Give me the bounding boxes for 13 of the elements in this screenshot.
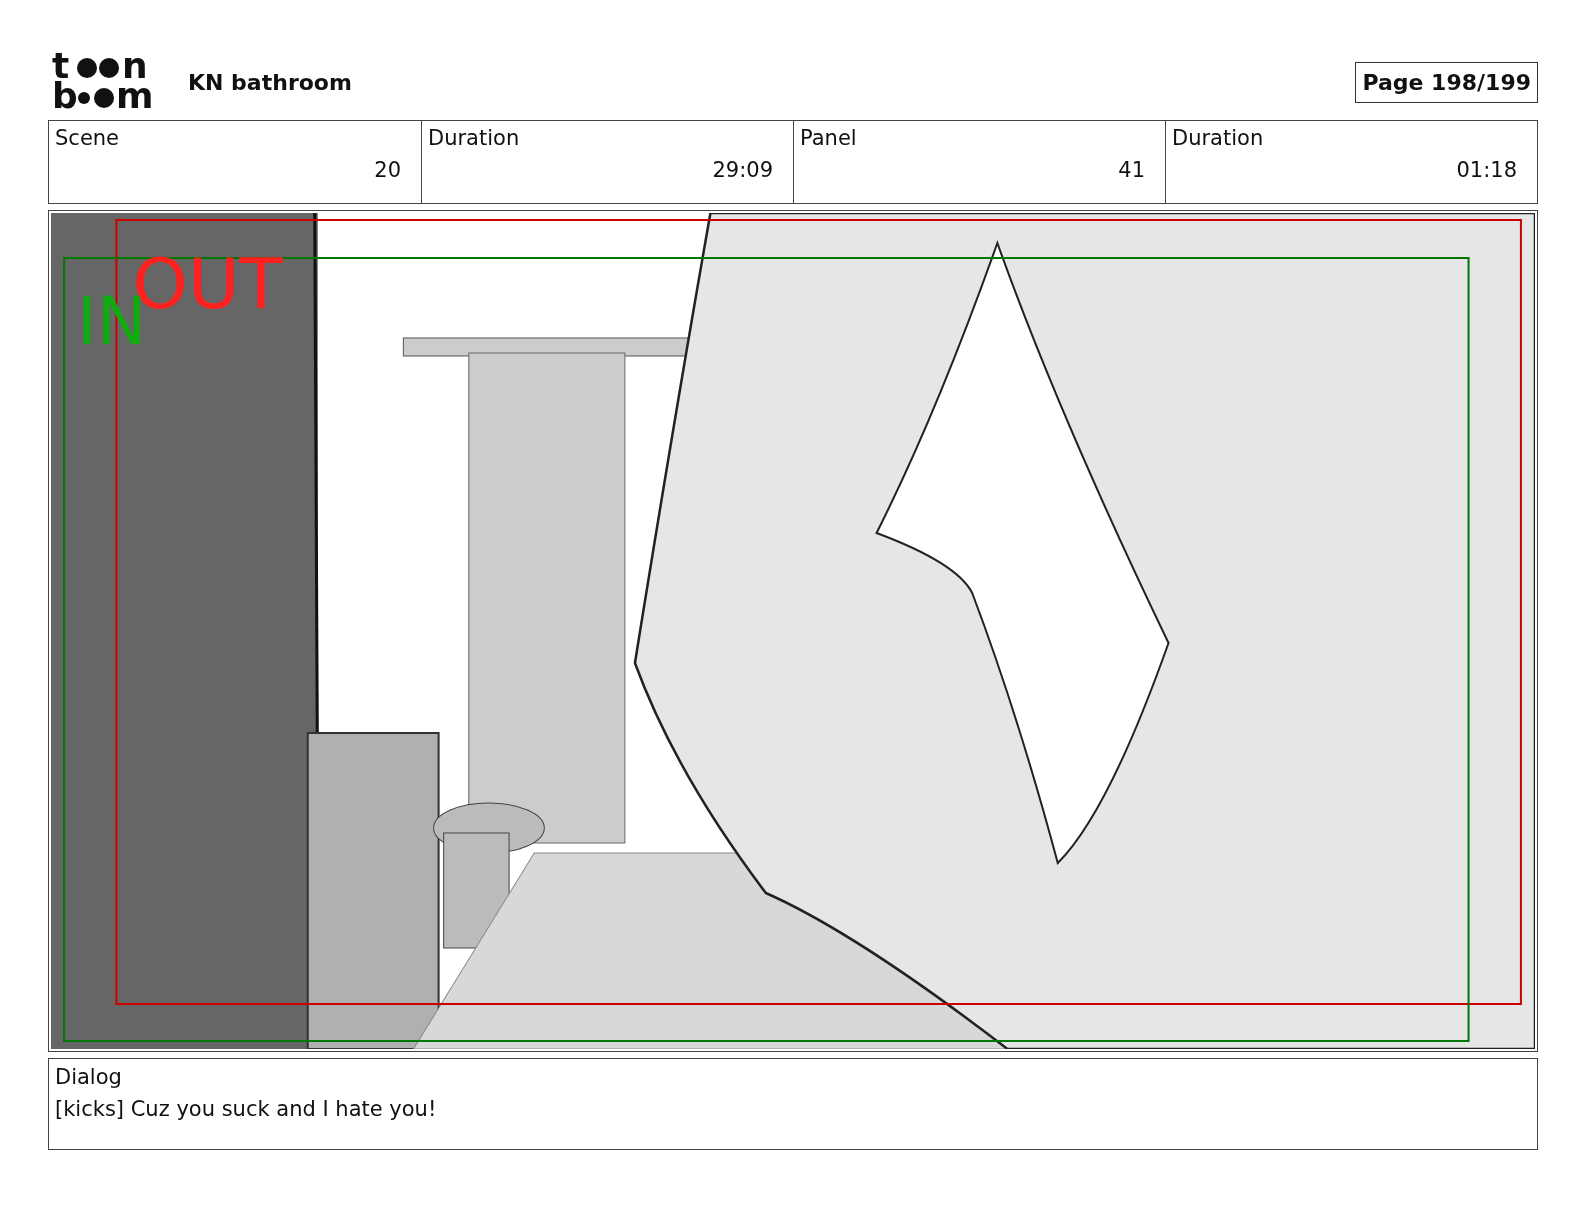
field-label: Duration [428, 126, 520, 150]
dialog-text: [kicks] Cuz you suck and I hate you! [55, 1097, 438, 1121]
field-value: 29:09 [712, 158, 773, 182]
field-label: Scene [55, 126, 120, 150]
field-label: Panel [800, 126, 857, 150]
logo: t n b m [52, 52, 164, 112]
scene-title: KN bathroom [188, 69, 352, 95]
page-number: Page 198/199 [1355, 61, 1538, 103]
field-label: Duration [1172, 126, 1264, 150]
field-value: 01:18 [1456, 158, 1517, 182]
field-value: 41 [1118, 158, 1145, 182]
field-value: 20 [374, 158, 401, 182]
dialog-label: Dialog [55, 1065, 122, 1089]
